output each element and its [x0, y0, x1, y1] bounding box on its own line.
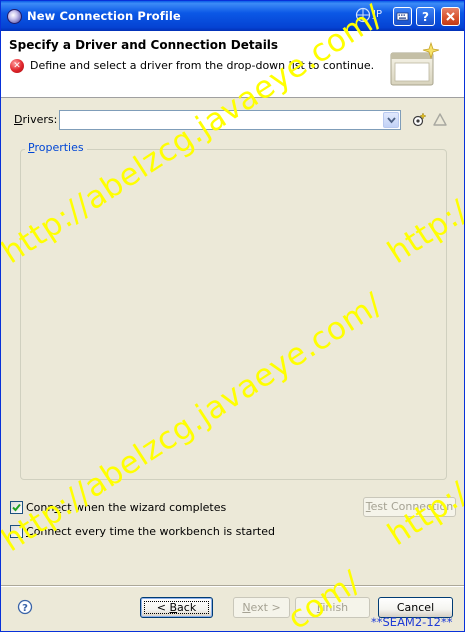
window-title: New Connection Profile	[27, 9, 181, 23]
finish-button-label: inish	[322, 601, 349, 614]
chevron-down-icon	[387, 117, 396, 124]
back-button[interactable]: < Back	[140, 597, 213, 618]
language-indicator[interactable]: JP	[353, 7, 389, 25]
button-bar-separator	[1, 585, 464, 587]
drivers-label: Drivers:	[14, 113, 57, 126]
properties-legend: Properties	[25, 141, 87, 154]
connect-on-startup-label: Connect every time the workbench is star…	[26, 525, 275, 538]
test-connection-button[interactable]: Test Connection	[363, 497, 456, 517]
svg-text:?: ?	[422, 10, 429, 24]
wizard-header: Specify a Driver and Connection Details …	[1, 31, 464, 98]
connection-wizard-icon	[390, 41, 440, 86]
ime-label: JP	[373, 9, 382, 20]
eclipse-icon	[7, 9, 22, 24]
title-bar[interactable]: New Connection Profile JP ?	[1, 1, 464, 31]
connect-on-finish-label-a: Conn	[26, 501, 55, 514]
title-help-button[interactable]: ?	[416, 7, 435, 26]
new-driver-icon[interactable]	[411, 112, 427, 128]
connect-on-finish-label-b: ct when the wizard completes	[61, 501, 227, 514]
error-icon: ✕	[10, 59, 24, 73]
connect-on-finish-label: Connect when the wizard completes	[26, 501, 226, 514]
connect-on-finish-checkbox[interactable]	[10, 501, 23, 514]
next-button-label: ext >	[250, 601, 281, 614]
checkmark-icon	[12, 503, 21, 512]
drivers-label-text: rivers:	[22, 113, 58, 126]
drivers-dropdown-button[interactable]	[383, 112, 399, 128]
close-button[interactable]	[441, 7, 460, 26]
connect-on-startup-checkbox[interactable]	[10, 525, 23, 538]
keyboard-button[interactable]	[393, 7, 412, 26]
connect-on-startup-label-b: onnect every time the workbench is start…	[33, 525, 275, 538]
page-title: Specify a Driver and Connection Details	[9, 38, 279, 52]
drivers-dropdown[interactable]	[59, 110, 401, 130]
ime-icon	[355, 7, 371, 23]
error-message: Define and select a driver from the drop…	[30, 59, 375, 72]
finish-button[interactable]: Finish	[295, 597, 370, 618]
connect-on-startup-label-mnemonic: C	[26, 525, 34, 538]
cancel-button-label: Cancel	[396, 601, 435, 614]
test-connection-label: est Connection	[370, 500, 454, 513]
properties-legend-text: roperties	[34, 141, 84, 154]
keyboard-icon	[396, 12, 409, 21]
question-mark-icon: ?	[422, 10, 429, 24]
edit-driver-icon[interactable]	[432, 112, 448, 128]
help-icon[interactable]: ?	[17, 599, 33, 615]
back-button-focus-ring	[144, 601, 209, 614]
close-icon	[446, 12, 455, 21]
new-connection-profile-dialog: New Connection Profile JP ? Specify a Dr…	[0, 0, 465, 632]
next-button[interactable]: Next >	[233, 597, 290, 618]
next-button-mnemonic: N	[242, 601, 251, 614]
signature-text: **SEAM2-12**	[371, 615, 453, 629]
properties-group	[20, 149, 447, 480]
svg-text:?: ?	[22, 603, 28, 614]
